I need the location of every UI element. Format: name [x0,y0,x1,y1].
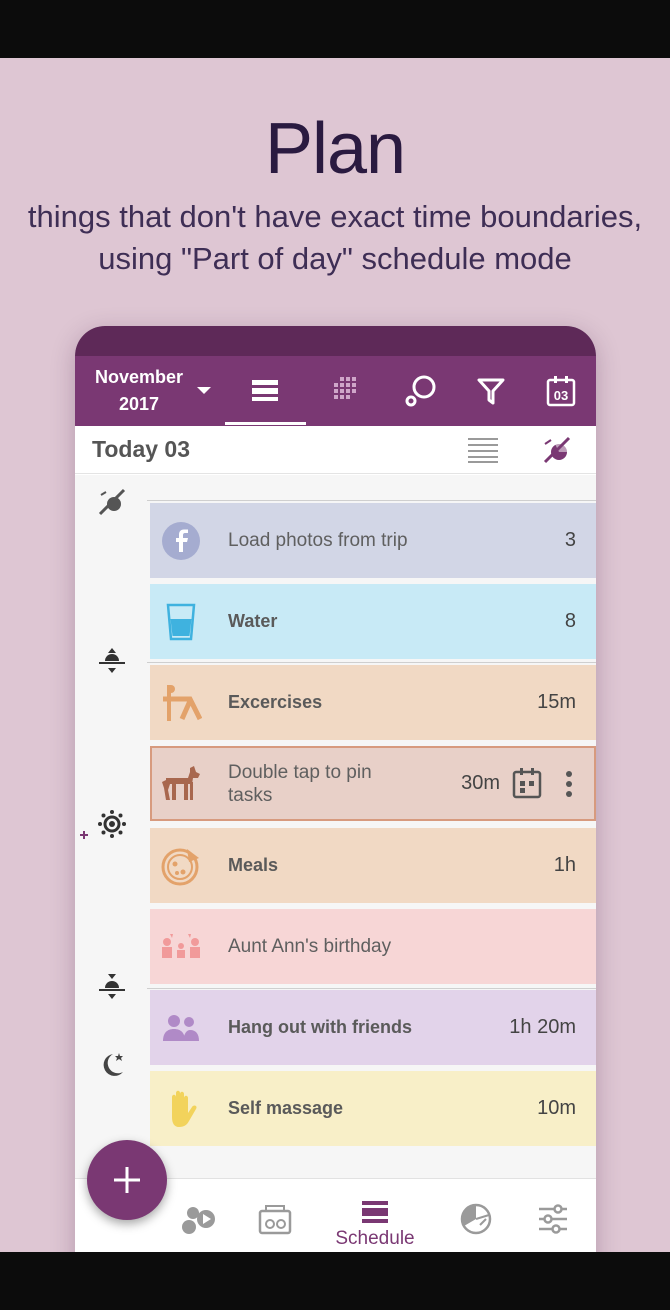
facebook-icon [160,520,202,562]
friends-icon [160,1007,202,1049]
active-tab-indicator [225,422,306,425]
night-icon [97,1050,127,1080]
task-item-birthday[interactable]: Aunt Ann's birthday [150,909,596,984]
promo-subtitle-line2: using "Part of day" schedule mode [98,241,572,276]
task-label: Aunt Ann's birthday [228,935,392,957]
sun-icon [97,809,127,839]
section-divider [147,500,596,501]
schedule-list: Load photos from trip 3 Water 8 Excercis… [75,475,596,1180]
task-label: Hang out with friends [228,1017,412,1037]
all-day-icon [97,487,127,517]
task-label: Double tap to pin tasks [228,748,372,819]
family-icon [160,926,202,968]
list-view-icon [252,380,278,401]
month-label: November [94,367,184,387]
nav-settings[interactable] [508,1179,596,1252]
task-label: Water [228,611,278,631]
templates-icon [258,1205,292,1235]
task-value: 8 [564,610,576,632]
caret-down-icon[interactable] [197,387,211,394]
compact-list-icon[interactable] [468,436,498,464]
sunset-icon [97,971,127,1001]
month-selector[interactable]: November 2017 [89,364,189,418]
pie-chart-icon [460,1203,492,1235]
task-item-self-massage[interactable]: Self massage 10m [150,1071,596,1146]
app-toolbar: November 2017 03 [75,356,596,426]
sunrise-icon [97,645,127,675]
water-glass-icon [160,601,202,643]
task-item-water[interactable]: Water 8 [150,584,596,659]
task-item-hang-out[interactable]: Hang out with friends 1h 20m [150,990,596,1065]
task-label: Self massage [228,1098,344,1118]
task-label-line1: Double tap to pin [228,761,372,783]
promo-title: Plan [264,109,406,189]
today-label[interactable]: Today 03 [92,436,190,463]
task-value: 15m [537,691,576,713]
task-value: 1h [553,854,576,876]
exercise-icon [160,682,202,724]
year-label: 2017 [118,394,160,414]
nav-schedule-label: Schedule [335,1228,415,1249]
search-icon [405,375,436,407]
filter-icon [477,378,505,405]
task-item-double-tap-hint[interactable]: Double tap to pin tasks 30m [150,746,596,821]
promo-subtitle: things that don't have exact time bounda… [20,196,650,280]
task-value: 1h 20m [509,1016,576,1038]
task-item-meals[interactable]: Meals 1h [150,828,596,903]
top-black-band [0,0,670,58]
part-of-day-icon[interactable] [541,434,573,466]
phone-screen: November 2017 03 Today 03 Load photos fr… [75,326,596,1252]
calendar-day-text: 03 [554,388,568,403]
task-label: Meals [228,855,279,875]
task-value: 3 [564,529,576,551]
bottom-black-band [0,1252,670,1310]
promo-subtitle-line1: things that don't have exact time bounda… [27,199,643,234]
promo-poster: Plan things that don't have exact time b… [0,58,670,1252]
more-options-icon[interactable] [564,770,574,798]
add-task-button[interactable] [87,1140,167,1220]
schedule-icon [362,1201,388,1223]
date-bar: Today 03 [75,426,596,474]
calendar-icon: 03 [546,376,576,407]
current-time-plus-icon [80,831,88,839]
task-label-line2: tasks [228,784,273,806]
grid-view-icon [334,377,356,399]
task-label: Excercises [228,692,323,712]
task-item-exercises[interactable]: Excercises 15m [150,665,596,740]
activity-icon [182,1207,215,1234]
nav-templates[interactable] [230,1179,320,1252]
pin-schedule-icon[interactable] [512,767,542,799]
plus-icon [114,1167,140,1193]
status-bar [75,326,596,356]
list-view-button[interactable] [230,356,300,426]
filter-button[interactable] [456,356,526,426]
grid-view-button[interactable] [311,356,381,426]
section-divider [147,662,596,663]
search-button[interactable] [386,356,456,426]
hand-icon [160,1088,202,1130]
dog-icon [160,763,202,805]
task-label: Load photos from trip [228,529,408,551]
task-value: 30m [461,772,500,794]
settings-sliders-icon [539,1204,567,1234]
nav-schedule[interactable]: Schedule [330,1185,420,1252]
calendar-button[interactable]: 03 [526,356,596,426]
task-value: 10m [537,1097,576,1119]
pizza-icon [160,845,202,887]
section-divider [147,988,596,989]
task-item-load-photos[interactable]: Load photos from trip 3 [150,503,596,578]
